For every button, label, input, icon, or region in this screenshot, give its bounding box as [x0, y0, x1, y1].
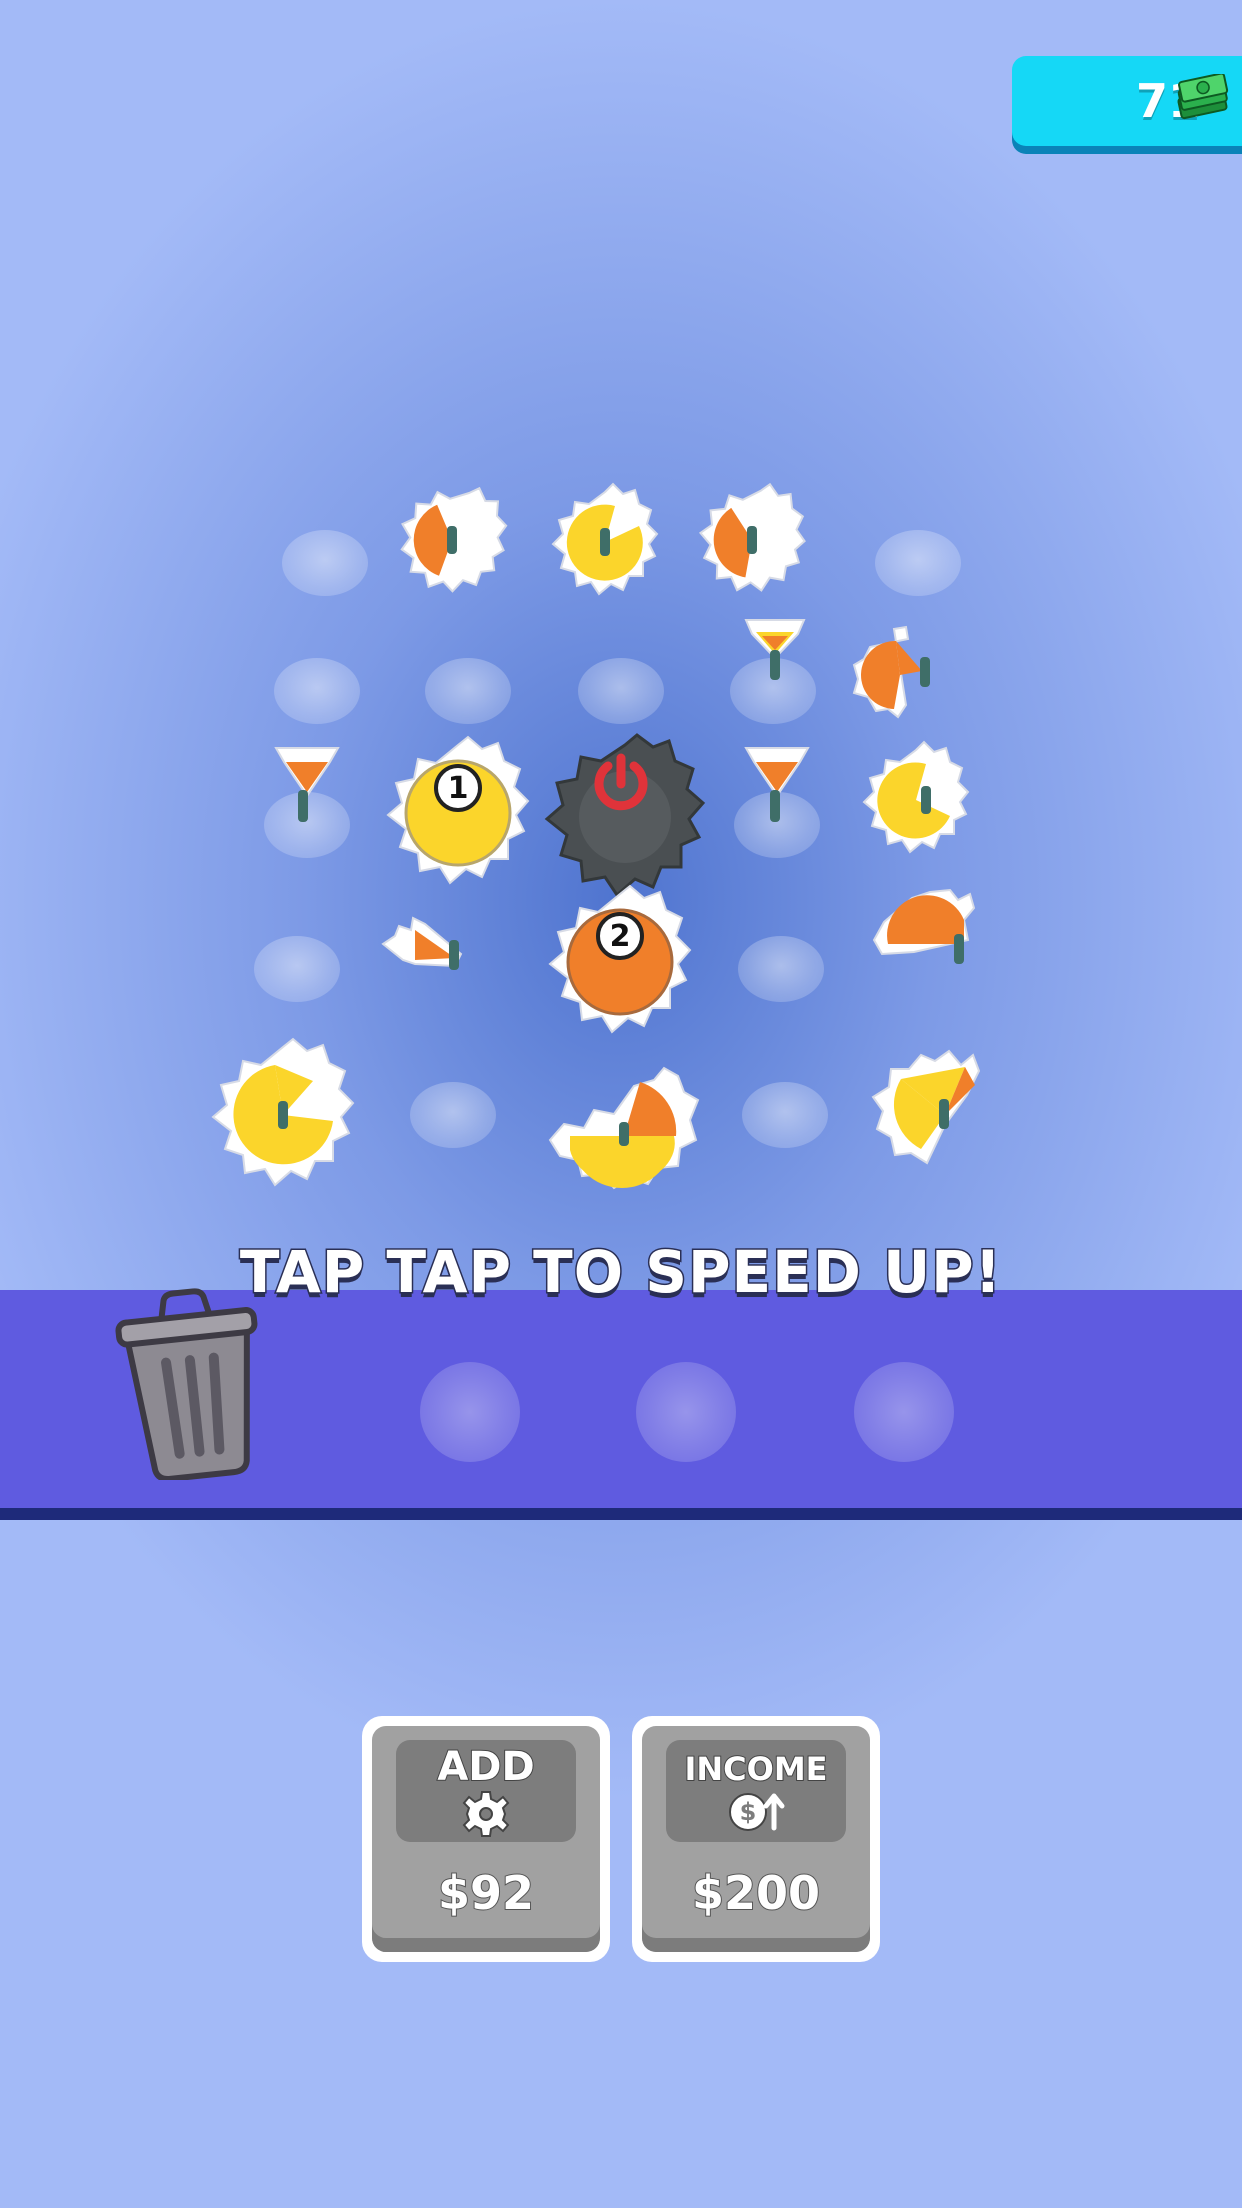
gear-yellow[interactable]: [198, 1030, 368, 1200]
power-icon: [586, 748, 656, 822]
income-up-icon: $: [726, 1788, 786, 1840]
tray-slot[interactable]: [854, 1362, 954, 1462]
gear-orange-partial[interactable]: [864, 880, 984, 980]
add-gear-button[interactable]: ADD $92: [362, 1716, 610, 1962]
board-slot[interactable]: [425, 658, 511, 724]
trash-can-icon[interactable]: [112, 1280, 272, 1484]
income-price: $200: [691, 1865, 821, 1921]
add-gear-label: ADD: [436, 1743, 535, 1791]
gear-yellow-numbered[interactable]: [378, 735, 538, 888]
board-slot[interactable]: [742, 1082, 828, 1148]
gear-yellow[interactable]: [856, 740, 976, 870]
gear-yellow-partial[interactable]: [870, 1030, 1000, 1180]
gear-yellow[interactable]: [545, 482, 665, 612]
cash-stack-icon: [1174, 72, 1230, 124]
tray-slot[interactable]: [636, 1362, 736, 1462]
gear-wedge-yellow[interactable]: [742, 610, 808, 694]
gear-level-badge: 2: [596, 912, 644, 960]
gear-wedge-orange[interactable]: [272, 740, 342, 834]
income-button[interactable]: INCOME $ $200: [632, 1716, 880, 1962]
income-label: INCOME: [683, 1749, 828, 1789]
gear-orange[interactable]: [392, 480, 512, 600]
money-counter: 71: [1012, 56, 1242, 146]
tray-slot[interactable]: [420, 1362, 520, 1462]
board-slot[interactable]: [578, 658, 664, 724]
income-button-face: INCOME $ $200: [642, 1726, 870, 1952]
board-slot[interactable]: [875, 530, 961, 596]
add-gear-button-face: ADD $92: [372, 1726, 600, 1952]
speed-up-hint: TAP TAP TO SPEED UP!: [238, 1237, 1003, 1308]
gear-icon: [462, 1790, 510, 1842]
add-gear-button-header: ADD: [396, 1740, 576, 1842]
gear-orange-partial[interactable]: [375, 896, 475, 986]
income-button-header: INCOME $: [666, 1740, 846, 1842]
gear-yellow-orange[interactable]: [534, 1040, 714, 1200]
board-slot[interactable]: [274, 658, 360, 724]
gear-orange[interactable]: [692, 480, 812, 600]
board-slot[interactable]: [282, 530, 368, 596]
board-slot[interactable]: [254, 936, 340, 1002]
add-gear-price: $92: [437, 1865, 535, 1921]
svg-text:$: $: [740, 1798, 757, 1826]
board-slot[interactable]: [738, 936, 824, 1002]
gear-level-badge: 1: [434, 764, 482, 812]
gear-orange-partial[interactable]: [850, 620, 950, 730]
gear-orange-numbered[interactable]: [540, 882, 700, 1042]
gear-wedge-orange[interactable]: [742, 740, 812, 834]
board-slot[interactable]: [410, 1082, 496, 1148]
